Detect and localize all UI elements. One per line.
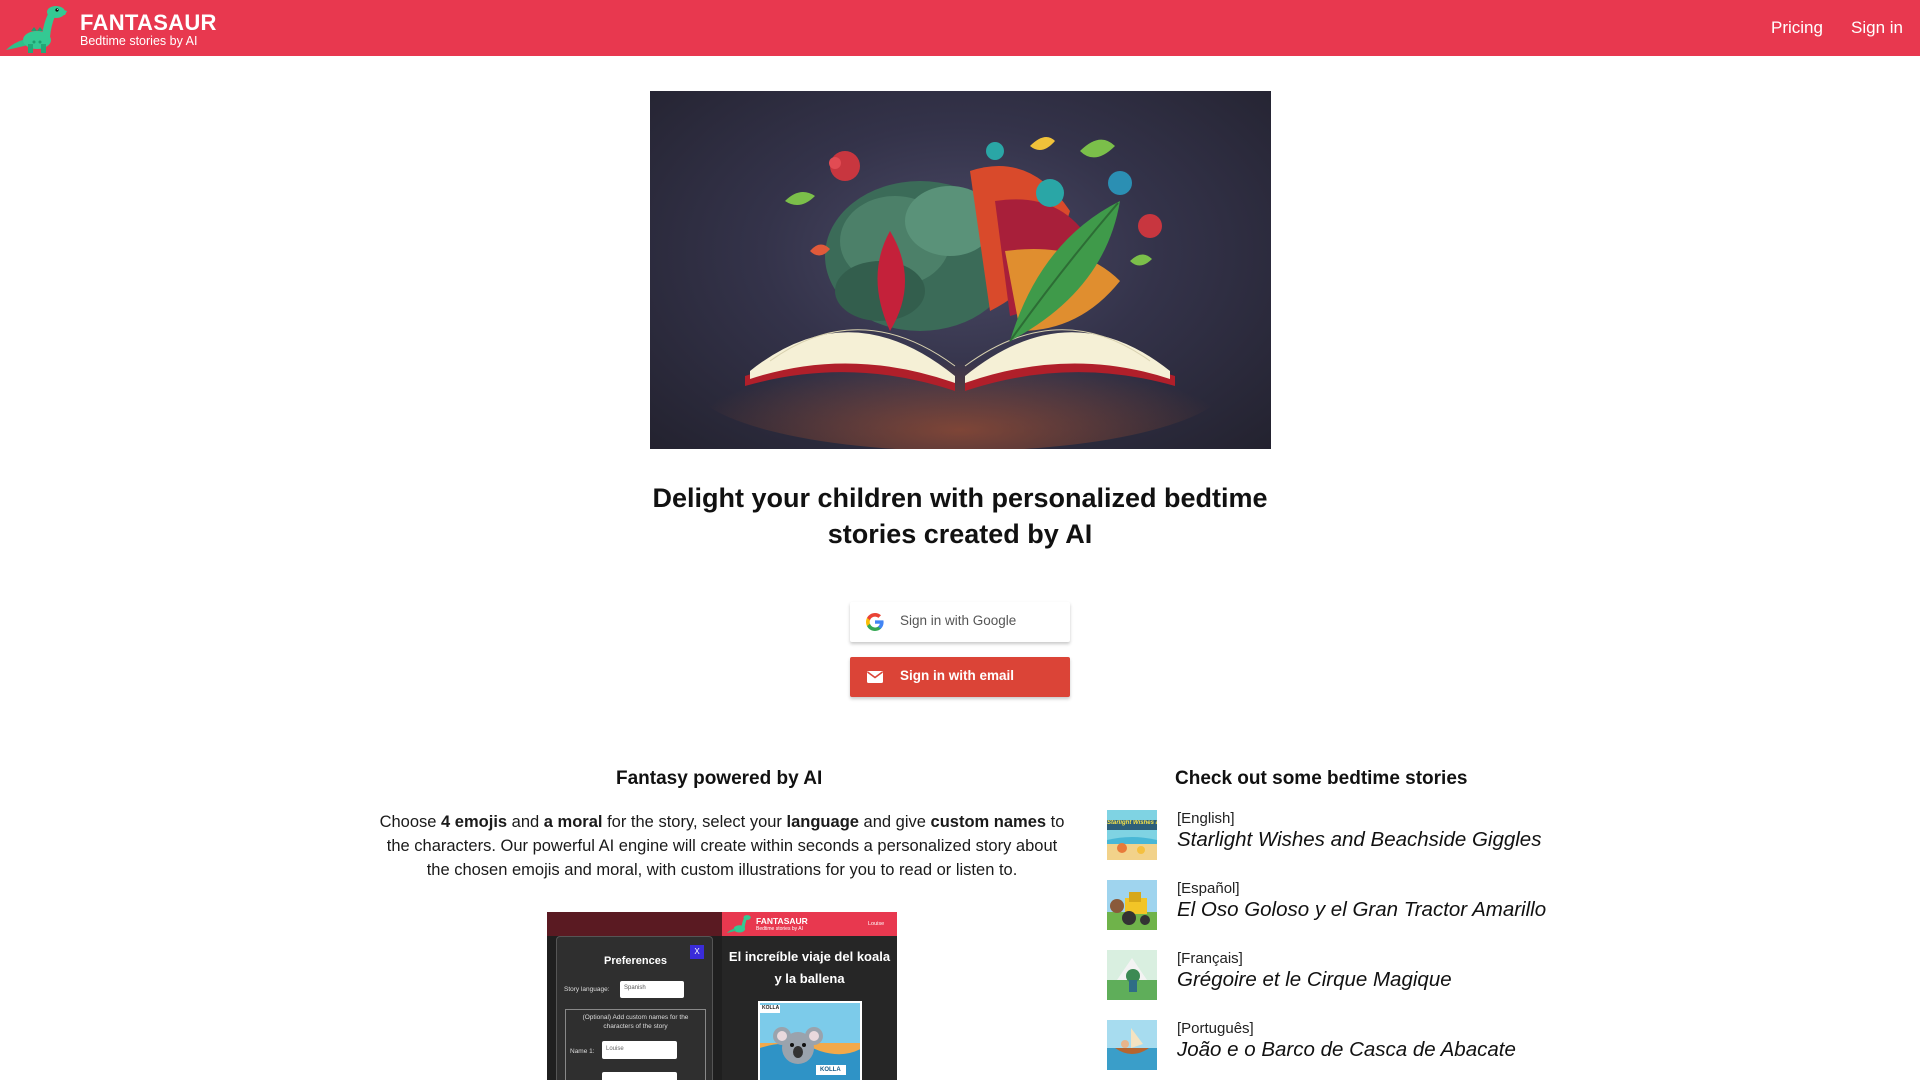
top-bar: FANTASAUR Bedtime stories by AI Pricing … [0,0,1920,56]
nav-sign-in-link[interactable]: Sign in [1851,18,1903,38]
preview-dinosaur-logo-icon [726,915,751,933]
features-title: Fantasy powered by AI [616,768,823,789]
story-title-link[interactable]: El Oso Goloso y el Gran Tractor Amarillo [1177,898,1546,922]
google-icon [866,613,884,631]
story-title-link[interactable]: Starlight Wishes and Beachside Giggles [1177,828,1541,852]
story-thumbnail[interactable] [1107,1020,1157,1070]
preview-preferences-modal: X Preferences Story language: Spanish (O… [556,936,713,1080]
sign-in-email-button[interactable]: Sign in with email [850,657,1070,697]
sign-in-google-button[interactable]: Sign in with Google [850,602,1070,642]
preview-preferences-title: Preferences [604,955,667,967]
preview-story-illustration: KOLLA KOLLA [758,1001,862,1080]
tractor-thumbnail [1107,880,1157,930]
story-item[interactable]: [Português] João e o Barco de Casca de A… [1107,1020,1627,1074]
preview-dimmed-header [547,912,722,936]
preview-brand-name: FANTASAUR [756,916,808,926]
dinosaur-logo-icon[interactable] [4,2,68,54]
preview-story-language-label: Story language: [564,986,610,993]
koala-illustration [760,1003,860,1080]
mail-icon [867,671,883,683]
story-language: [Français] [1177,950,1243,967]
story-language: [English] [1177,810,1235,827]
preview-user-name: Louise [868,921,885,927]
preview-name1-label: Name 1: [570,1048,595,1055]
sign-in-email-label: Sign in with email [900,668,1015,683]
preview-top-bar: FANTASAUR Bedtime stories by AI Louise [722,912,897,936]
preview-custom-names-box: (Optional) Add custom names for the char… [565,1009,706,1080]
magic-book-illustration [690,137,1230,449]
nav-pricing-link[interactable]: Pricing [1771,18,1823,38]
story-thumbnail[interactable]: Starlight Wishes and Beachside Giggles [1107,810,1157,860]
story-thumbnail[interactable] [1107,880,1157,930]
preview-story-panel: FANTASAUR Bedtime stories by AI Louise E… [722,912,897,1080]
boat-thumbnail [1107,1020,1157,1070]
sign-in-google-label: Sign in with Google [900,613,1017,628]
story-language: [Español] [1177,880,1240,897]
brand-tagline: Bedtime stories by AI [80,34,198,48]
preview-story-language-select: Spanish [620,981,684,998]
story-thumbnail-title: Starlight Wishes and Beachside Giggles [1107,820,1157,826]
story-language: [Português] [1177,1020,1254,1037]
stories-title: Check out some bedtime stories [1175,768,1468,789]
app-preview-screenshot: X Preferences Story language: Spanish (O… [547,912,897,1080]
story-title-link[interactable]: João e o Barco de Casca de Abacate [1177,1038,1516,1062]
brand-name[interactable]: FANTASAUR [80,10,217,36]
story-thumbnail[interactable] [1107,950,1157,1000]
preview-story-title: El increíble viaje del koala y la ballen… [728,949,891,986]
preview-illus-label-top: KOLLA [762,1005,780,1011]
story-item[interactable]: [Español] El Oso Goloso y el Gran Tracto… [1107,880,1627,934]
story-item[interactable]: Starlight Wishes and Beachside Giggles [… [1107,810,1627,864]
circus-thumbnail [1107,950,1157,1000]
features-description: Choose 4 emojis and a moral for the stor… [379,813,1065,879]
preview-brand-tagline: Bedtime stories by AI [756,926,803,932]
beach-thumbnail [1107,810,1157,860]
preview-illus-label-bottom: KOLLA [820,1067,841,1073]
story-title-link[interactable]: Grégoire et le Cirque Magique [1177,968,1452,992]
preview-name2-input [602,1072,677,1080]
preview-preferences-panel: X Preferences Story language: Spanish (O… [547,912,722,1080]
story-item[interactable]: [Français] Grégoire et le Cirque Magique [1107,950,1627,1004]
preview-name1-input: Louise [602,1041,677,1059]
hero-headline: Delight your children with personalized … [652,483,1268,549]
hero-image [650,91,1271,449]
preview-optional-text: (Optional) Add custom names for the char… [582,1014,689,1030]
